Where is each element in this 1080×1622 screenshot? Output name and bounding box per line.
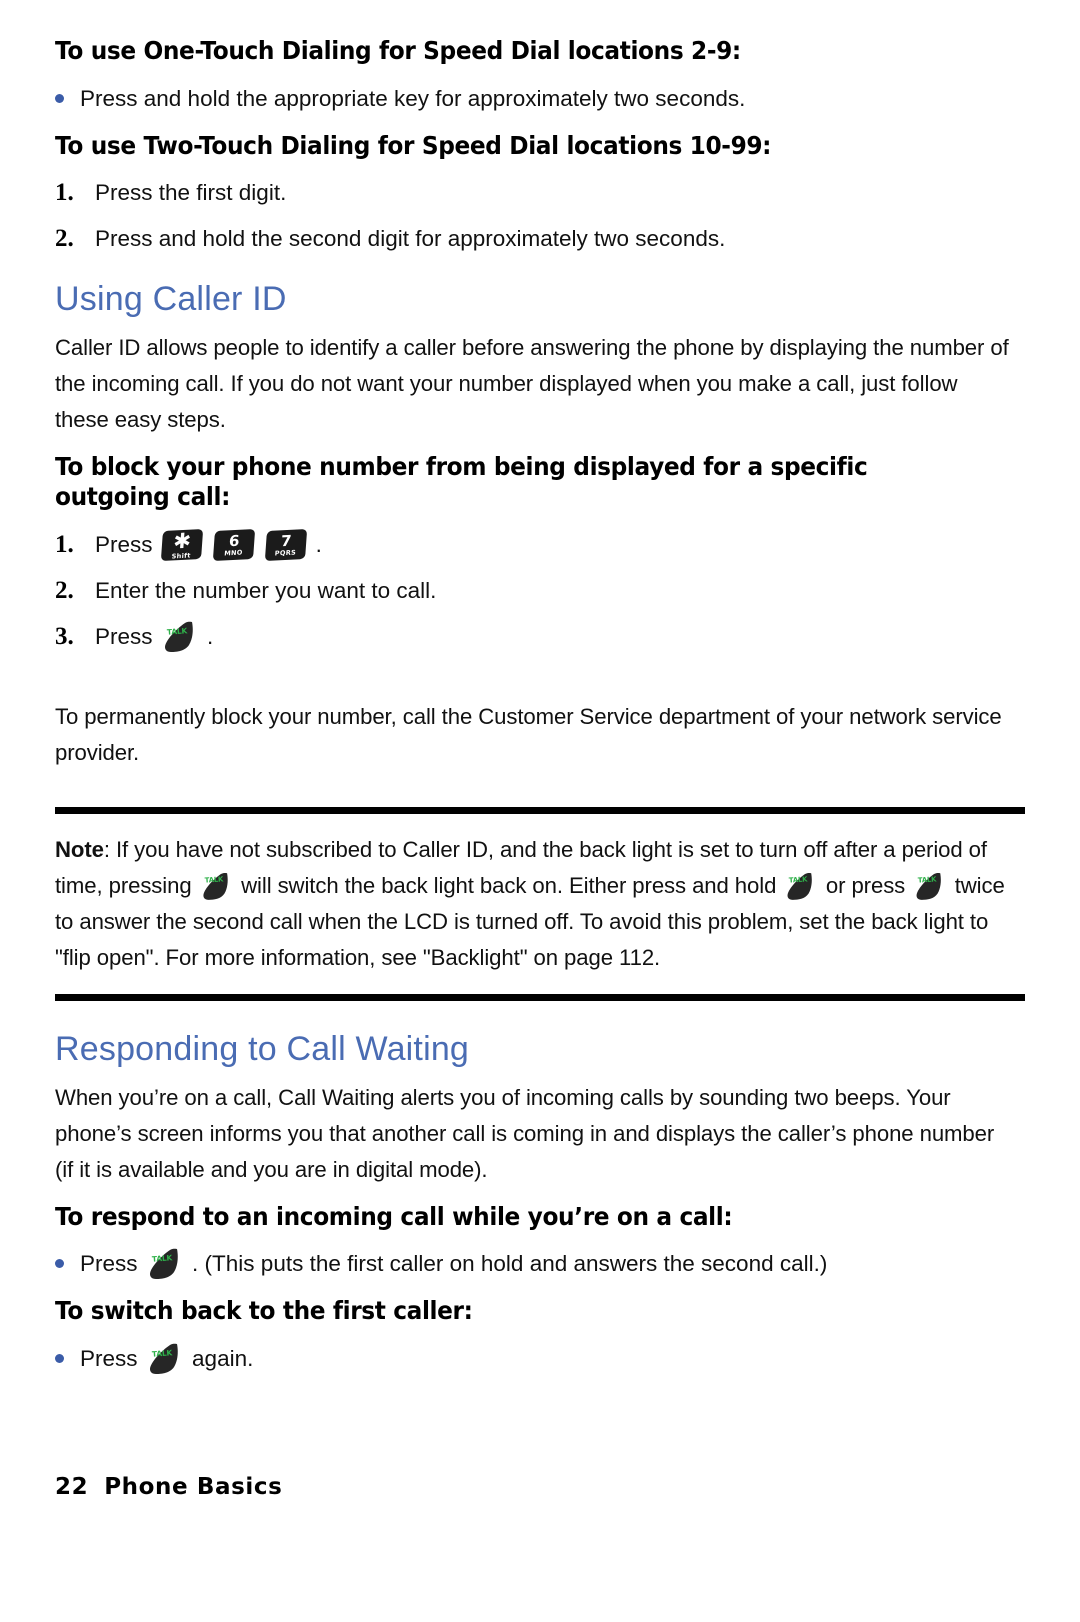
list-marker: 2.: [55, 576, 74, 604]
list-item-text: Press TALK again.: [80, 1341, 1025, 1377]
star-key-icon: ✱ Shift: [160, 528, 203, 561]
talk-key-icon: TALK: [914, 872, 946, 901]
key-main-label: 7: [280, 531, 293, 550]
procedure-heading-one-touch: To use One-Touch Dialing for Speed Dial …: [55, 36, 741, 65]
key-sub-label: MNO: [224, 548, 244, 558]
list-item: 2. Enter the number you want to call.: [55, 573, 1025, 609]
bullet-text-prefix: Press: [80, 1251, 138, 1277]
section-title-using-caller-id: Using Caller ID: [55, 280, 287, 318]
talk-key-icon: TALK: [201, 872, 233, 901]
procedure-heading-block-number: To block your phone number from being di…: [55, 451, 868, 512]
note-rule-bottom: [55, 993, 1025, 1001]
procedure-heading-switch-back: To switch back to the first caller:: [55, 1296, 473, 1326]
step-text-suffix: .: [207, 623, 214, 649]
key-main-label: ✱: [172, 528, 192, 553]
list-item-text: Press TALK .: [95, 619, 1025, 655]
manual-page: To use One-Touch Dialing for Speed Dial …: [0, 0, 1080, 1622]
talk-key-label: TALK: [166, 626, 188, 637]
key-glyph: ✱ Shift: [161, 528, 203, 561]
paragraph-call-waiting-intro: When you’re on a call, Call Waiting aler…: [55, 1084, 995, 1182]
key-main-label: 6: [228, 531, 241, 550]
talk-key-icon: TALK: [785, 872, 817, 901]
list-item-text: Press TALK . (This puts the first caller…: [80, 1246, 1025, 1282]
seven-key-icon: 7 PQRS: [265, 528, 308, 561]
note-label: Note: [55, 836, 104, 862]
key-sub-label: PQRS: [274, 547, 297, 558]
talk-key-icon: TALK: [147, 1343, 183, 1375]
footer-page-number: 22: [55, 1474, 89, 1500]
procedure-heading-respond-incoming: To respond to an incoming call while you…: [55, 1201, 733, 1231]
list-item: 2. Press and hold the second digit for a…: [55, 221, 1025, 257]
talk-key-label: TALK: [204, 875, 224, 885]
list-item-text: Press and hold the appropriate key for a…: [80, 85, 746, 111]
talk-key-label: TALK: [789, 875, 808, 885]
note-part-3: or press: [825, 872, 906, 898]
step-text-prefix: Press: [95, 531, 153, 557]
step-text-suffix: .: [315, 531, 322, 557]
list-marker: 2.: [55, 225, 74, 252]
list-marker: 1.: [55, 179, 74, 206]
note-paragraph: Note: If you have not subscribed to Call…: [55, 832, 1010, 976]
talk-key-label: TALK: [917, 875, 937, 885]
key-glyph: 7 PQRS: [265, 529, 307, 561]
paragraph-permanent-block: To permanently block your number, call t…: [55, 703, 1002, 765]
talk-key-label: TALK: [151, 1347, 173, 1359]
list-item: Press and hold the appropriate key for a…: [55, 81, 1025, 117]
bullet-text-suffix: again.: [192, 1345, 254, 1371]
six-key-icon: 6 MNO: [212, 528, 256, 561]
note-rule-top: [55, 806, 1025, 814]
talk-key-label: TALK: [151, 1253, 173, 1264]
list-marker: 3.: [55, 622, 74, 650]
list-item: Press TALK . (This puts the first caller…: [55, 1246, 1025, 1282]
bullet-text-suffix: . (This puts the first caller on hold an…: [192, 1251, 828, 1277]
list-item-text: Press ✱ Shift 6 MNO 7 PQRS .: [95, 527, 1025, 563]
list-item-text: Press the first digit.: [95, 180, 287, 205]
list-item: 1. Press the first digit.: [55, 175, 1025, 211]
key-sub-label: Shift: [171, 551, 191, 561]
bullet-text-prefix: Press: [80, 1345, 138, 1371]
list-item: 3. Press TALK .: [55, 619, 1025, 655]
page-footer: 22 Phone Basics: [55, 1474, 282, 1500]
note-part-2: will switch the back light back on. Eith…: [241, 872, 777, 898]
key-glyph: 6 MNO: [213, 529, 255, 561]
footer-section-title: Phone Basics: [104, 1474, 283, 1500]
talk-key-icon: TALK: [147, 1248, 183, 1280]
list-marker: 1.: [55, 530, 74, 558]
bullet-dot-icon: [55, 1353, 64, 1363]
paragraph-caller-id-intro: Caller ID allows people to identify a ca…: [55, 334, 1009, 432]
step-text-prefix: Press: [95, 623, 153, 649]
list-item-text: Enter the number you want to call.: [95, 577, 437, 603]
bullet-dot-icon: [55, 1259, 64, 1269]
talk-key-icon: TALK: [162, 621, 198, 653]
section-title-responding-to-call-waiting: Responding to Call Waiting: [55, 1029, 470, 1068]
list-item: Press TALK again.: [55, 1341, 1025, 1377]
list-item: 1. Press ✱ Shift 6 MNO 7 PQRS .: [55, 527, 1025, 563]
bullet-dot-icon: [55, 93, 64, 103]
procedure-heading-two-touch: To use Two-Touch Dialing for Speed Dial …: [55, 130, 772, 160]
list-item-text: Press and hold the second digit for appr…: [95, 226, 726, 251]
